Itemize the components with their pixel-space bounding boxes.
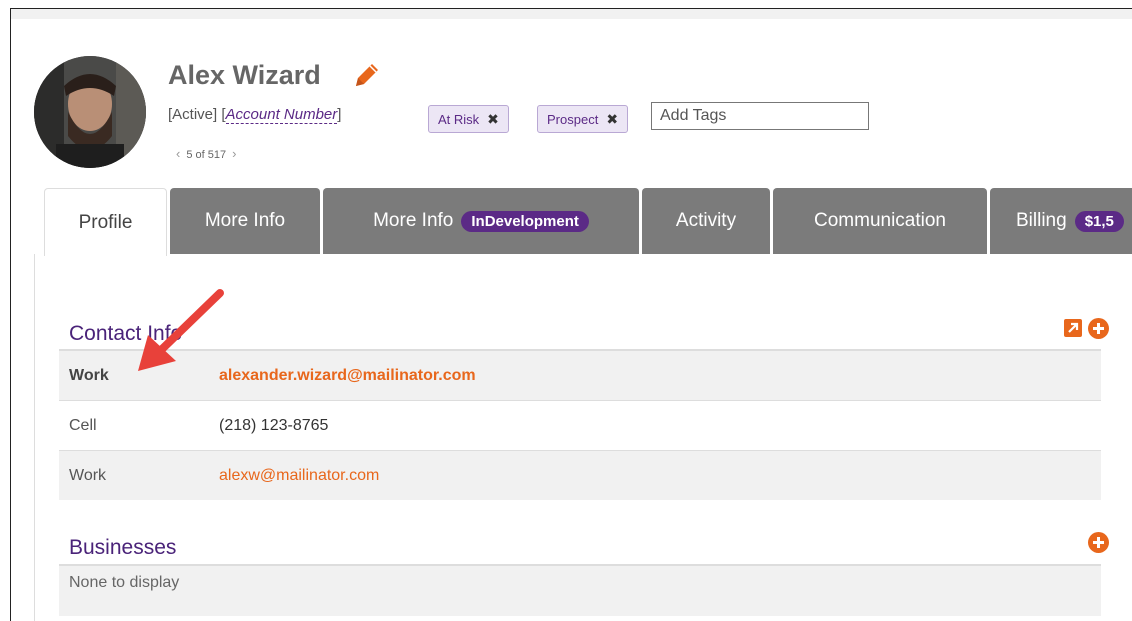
- phone-value: (218) 123-8765: [219, 416, 329, 434]
- contact-row: Cell (218) 123-8765: [59, 401, 1101, 450]
- plus-circle-icon[interactable]: [1088, 318, 1109, 339]
- record-pager: ‹ 5 of 517 ›: [170, 146, 242, 161]
- tab-more-info[interactable]: More Info: [170, 188, 320, 254]
- add-tags-input[interactable]: [651, 102, 869, 130]
- chevron-right-icon[interactable]: ›: [226, 146, 242, 161]
- red-arrow-annotation: [138, 289, 224, 371]
- tag-label: At Risk: [438, 112, 480, 127]
- tag-prospect: Prospect ✖: [537, 105, 629, 133]
- tab-more-info-indevelopment[interactable]: More Info InDevelopment: [323, 188, 639, 254]
- tab-profile[interactable]: Profile: [44, 188, 167, 256]
- avatar-photo-icon: [34, 56, 146, 168]
- email-link[interactable]: alexw@mailinator.com: [219, 467, 379, 485]
- tab-label: Profile: [78, 211, 133, 233]
- external-link-icon[interactable]: [1064, 319, 1082, 337]
- email-link[interactable]: alexander.wizard@mailinator.com: [219, 367, 476, 385]
- tab-badge: InDevelopment: [461, 210, 589, 232]
- pager-text: 5 of 517: [186, 149, 227, 161]
- tab-badge: $1,5: [1074, 210, 1124, 232]
- account-number-link[interactable]: Account Number: [225, 106, 338, 124]
- tab-label: Billing: [1016, 210, 1067, 231]
- pencil-icon[interactable]: [350, 58, 384, 92]
- tab-billing[interactable]: Billing $1,5: [990, 188, 1132, 254]
- avatar: [34, 56, 146, 168]
- tab-label: More Info: [204, 210, 286, 231]
- tab-communication[interactable]: Communication: [773, 188, 987, 254]
- tag-label: Prospect: [547, 112, 599, 127]
- tab-label: More Info: [373, 210, 454, 231]
- contact-type-label: Work: [69, 466, 107, 484]
- businesses-empty-text: None to display: [59, 566, 1101, 616]
- chevron-left-icon[interactable]: ‹: [170, 146, 186, 161]
- tab-activity[interactable]: Activity: [642, 188, 770, 254]
- tab-label: Activity: [675, 210, 737, 231]
- tab-label: Communication: [814, 210, 946, 231]
- status-text: [Active]: [168, 106, 218, 123]
- tag-remove-icon[interactable]: ✖: [606, 111, 618, 127]
- account-bracket-close: ]: [337, 106, 342, 123]
- contact-type-label: Cell: [69, 416, 97, 434]
- contact-name: Alex Wizard: [168, 60, 321, 90]
- tag-at-risk: At Risk ✖: [428, 105, 509, 133]
- contact-row: Work alexw@mailinator.com: [59, 451, 1101, 500]
- tag-remove-icon[interactable]: ✖: [487, 111, 499, 127]
- plus-circle-icon[interactable]: [1088, 532, 1109, 553]
- businesses-title: Businesses: [69, 536, 177, 559]
- status-line: [Active] [Account Number]: [168, 106, 342, 124]
- top-strip: [11, 9, 1132, 19]
- account-bracket-open: [: [221, 106, 226, 123]
